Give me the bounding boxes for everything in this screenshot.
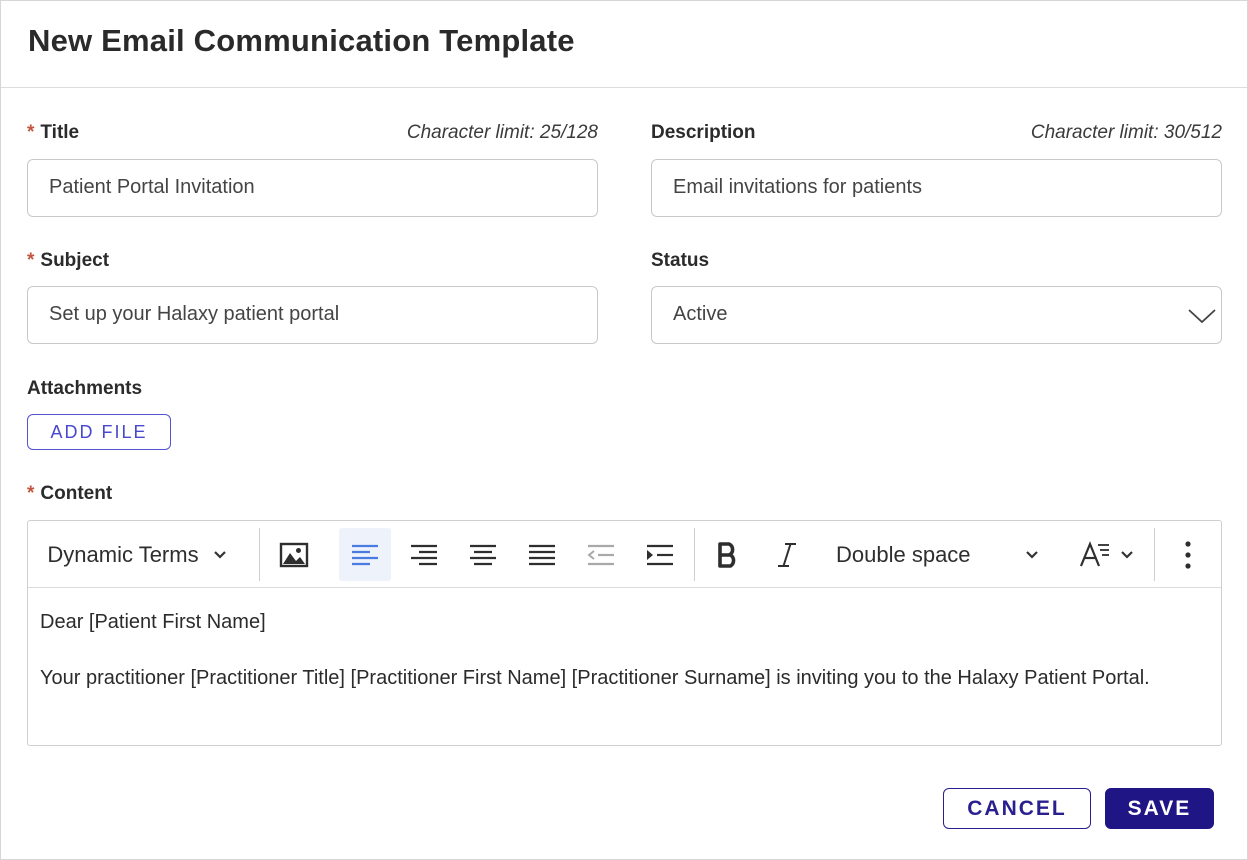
more-vertical-icon (1185, 540, 1191, 569)
chevron-down-icon (1121, 550, 1133, 559)
italic-icon (778, 542, 796, 567)
indent-button[interactable] (634, 521, 686, 588)
bold-icon (718, 541, 736, 568)
outdent-button[interactable] (575, 521, 627, 588)
description-char-limit: Character limit: 30/512 (1030, 122, 1222, 143)
dynamic-terms-dropdown[interactable]: Dynamic Terms (38, 521, 244, 588)
description-input-value: Email invitations for patients (673, 176, 923, 198)
title-label-text: Title (40, 122, 80, 143)
chevron-down-icon (213, 550, 226, 559)
align-justify-icon (529, 544, 555, 565)
line-spacing-dropdown[interactable]: Double space (828, 521, 1050, 588)
line-spacing-label: Double space (836, 541, 971, 567)
content-label: * Content (27, 483, 112, 505)
editor-toolbar: Dynamic Terms Double space (28, 521, 1221, 588)
subject-label: * Subject (27, 250, 109, 272)
status-select[interactable]: Active (651, 286, 1222, 344)
content-paragraph: Dear [Patient First Name] (40, 611, 266, 633)
attachments-label: Attachments (27, 378, 143, 399)
align-justify-button[interactable] (516, 521, 568, 588)
subject-input[interactable]: Set up your Halaxy patient portal (27, 286, 598, 344)
dynamic-terms-label: Dynamic Terms (47, 541, 199, 567)
content-label-text: Content (40, 483, 113, 504)
insert-image-button[interactable] (268, 521, 320, 588)
required-mark: * (27, 122, 35, 143)
save-button[interactable]: SAVE (1105, 788, 1214, 829)
font-size-icon (1079, 540, 1109, 566)
description-label: Description (651, 122, 756, 143)
indent-icon (647, 544, 673, 565)
chevron-down-icon (1026, 550, 1038, 559)
chevron-down-icon (1188, 309, 1216, 324)
title-label: * Title (27, 122, 79, 144)
align-left-icon (352, 544, 378, 565)
title-char-limit: Character limit: 25/128 (406, 122, 598, 143)
dialog-title: New Email Communication Template (28, 23, 575, 58)
bold-button[interactable] (702, 521, 754, 588)
title-input[interactable]: Patient Portal Invitation (27, 159, 598, 217)
status-select-value: Active (673, 303, 728, 325)
content-paragraph: Your practitioner [Practitioner Title] [… (40, 667, 1150, 689)
required-mark: * (27, 250, 35, 271)
align-left-button[interactable] (339, 528, 391, 581)
more-options-button[interactable] (1164, 521, 1212, 588)
content-editor: Dynamic Terms Double space Dear [Patient… (27, 520, 1222, 746)
italic-button[interactable] (761, 521, 813, 588)
required-mark: * (27, 483, 35, 504)
font-size-dropdown[interactable] (1068, 521, 1148, 588)
align-center-button[interactable] (457, 521, 509, 588)
outdent-icon (587, 544, 614, 565)
toolbar-separator (694, 528, 695, 581)
toolbar-separator (1154, 528, 1155, 581)
template-dialog: New Email Communication Template * Title … (0, 0, 1248, 860)
image-icon (279, 542, 309, 567)
dialog-header: New Email Communication Template (1, 1, 1247, 88)
align-right-button[interactable] (398, 521, 450, 588)
toolbar-separator (259, 528, 260, 581)
title-input-value: Patient Portal Invitation (49, 176, 255, 198)
align-right-icon (411, 544, 437, 565)
align-center-icon (470, 544, 496, 565)
subject-label-text: Subject (40, 250, 110, 271)
cancel-button[interactable]: CANCEL (943, 788, 1091, 829)
add-file-button[interactable]: ADD FILE (27, 414, 171, 450)
status-label: Status (651, 250, 710, 271)
editor-body[interactable]: Dear [Patient First Name] Your practitio… (40, 605, 1210, 717)
subject-input-value: Set up your Halaxy patient portal (49, 303, 340, 325)
description-input[interactable]: Email invitations for patients (651, 159, 1222, 217)
